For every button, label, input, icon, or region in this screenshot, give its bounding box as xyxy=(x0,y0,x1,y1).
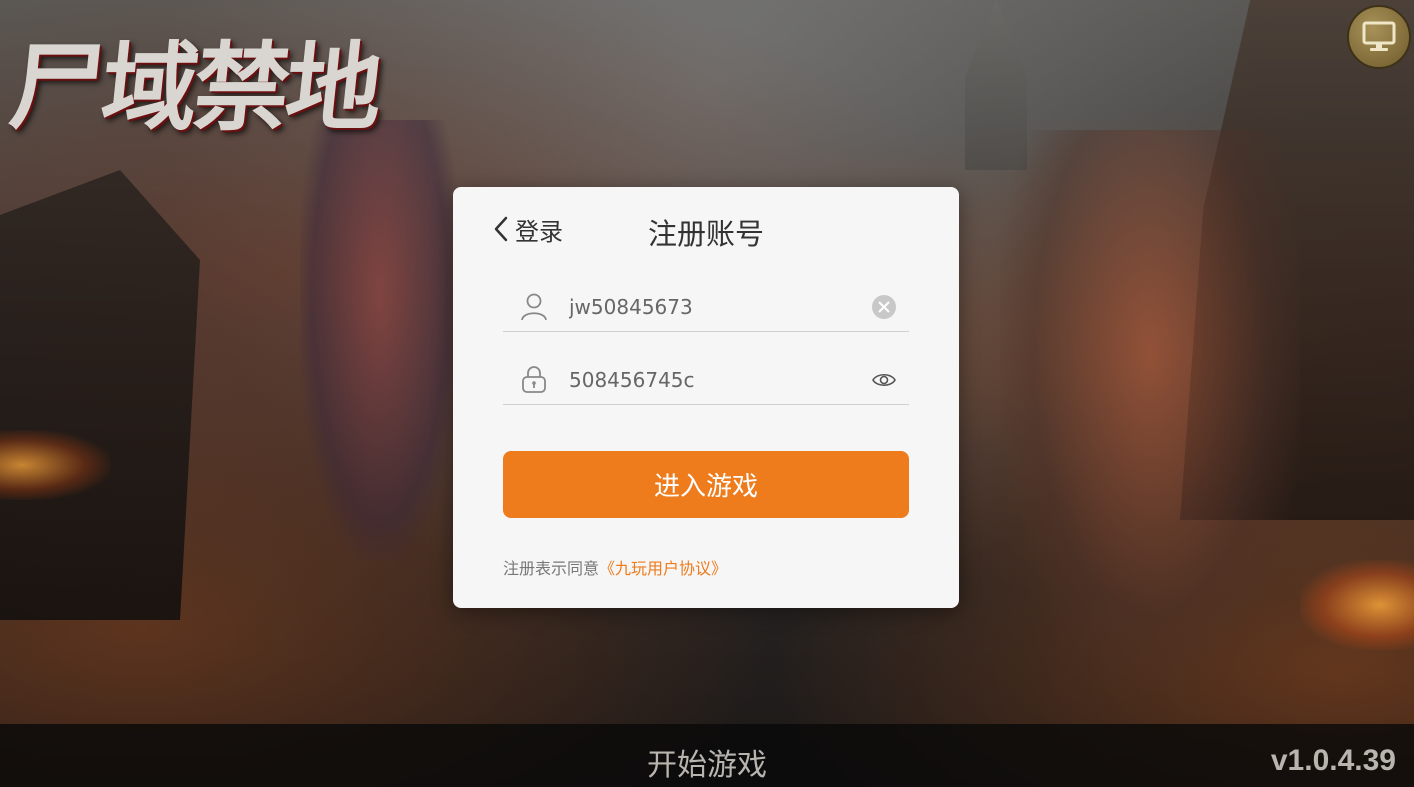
password-row xyxy=(503,358,909,405)
game-background: 尸域禁地 登录 注册账号 jw50845673 508456745c 进入游戏 … xyxy=(0,0,1414,787)
eye-icon[interactable] xyxy=(871,367,897,393)
agreement-prefix: 注册表示同意 xyxy=(503,559,600,578)
chainsaw-hero-silhouette xyxy=(1000,130,1300,690)
clear-icon[interactable] xyxy=(871,294,897,320)
enter-game-button[interactable]: 进入游戏 xyxy=(503,451,909,518)
bottom-bar: 开始游戏 v1.0.4.39 xyxy=(0,724,1414,787)
agreement-text: 注册表示同意《九玩用户协议》 xyxy=(503,555,727,579)
password-input[interactable] xyxy=(569,362,859,398)
start-game-button[interactable]: 开始游戏 xyxy=(0,740,1414,784)
user-icon xyxy=(521,293,547,321)
muzzle-flash-left xyxy=(0,430,110,500)
username-input[interactable] xyxy=(569,289,859,325)
screen-button[interactable] xyxy=(1347,5,1411,69)
game-logo: 尸域禁地 xyxy=(4,31,384,144)
back-label: 登录 xyxy=(515,217,563,246)
version-label: v1.0.4.39 xyxy=(1270,744,1396,777)
heroine-silhouette xyxy=(300,120,460,560)
back-to-login-button[interactable]: 登录 xyxy=(493,213,563,246)
muzzle-flash-right xyxy=(1300,560,1414,650)
username-row xyxy=(503,285,909,332)
register-dialog: 登录 注册账号 jw50845673 508456745c 进入游戏 注册表示同… xyxy=(453,187,959,608)
user-agreement-link[interactable]: 《九玩用户协议》 xyxy=(599,559,727,578)
monitor-icon xyxy=(1362,21,1396,51)
lock-icon xyxy=(522,366,546,393)
ruin-left-silhouette xyxy=(0,170,200,620)
chevron-left-icon xyxy=(494,216,508,242)
